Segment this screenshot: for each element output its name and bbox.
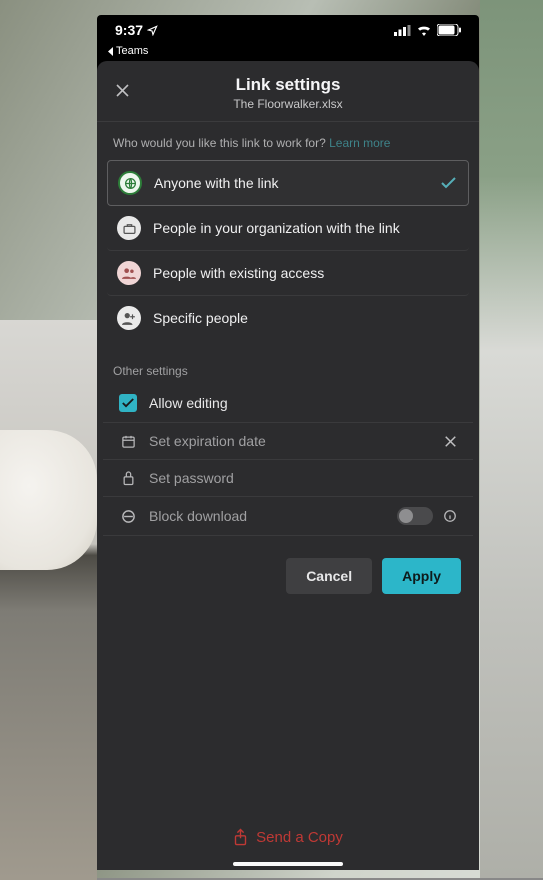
wifi-icon <box>416 24 432 36</box>
block-download-toggle[interactable] <box>397 507 433 525</box>
briefcase-icon <box>117 216 141 240</box>
checkmark-icon <box>438 177 458 189</box>
home-indicator[interactable] <box>233 862 343 866</box>
expiration-label: Set expiration date <box>149 433 432 449</box>
send-copy-button[interactable]: Send a Copy <box>97 828 479 846</box>
send-copy-label: Send a Copy <box>256 829 343 846</box>
link-settings-panel: Link settings The Floorwalker.xlsx Who w… <box>97 61 479 870</box>
option-existing-access[interactable]: People with existing access <box>107 251 469 296</box>
expiration-row[interactable]: Set expiration date <box>103 423 473 460</box>
back-to-app[interactable]: Teams <box>97 45 479 61</box>
bg-left <box>0 320 97 880</box>
apply-button[interactable]: Apply <box>382 558 461 594</box>
option-anyone[interactable]: Anyone with the link <box>107 160 469 206</box>
globe-icon <box>118 171 142 195</box>
dialog-actions: Cancel Apply <box>97 536 479 594</box>
panel-subtitle: The Floorwalker.xlsx <box>97 97 479 111</box>
expiration-clear[interactable] <box>444 435 457 448</box>
option-specific-people[interactable]: Specific people <box>107 296 469 340</box>
option-existing-label: People with existing access <box>153 264 459 283</box>
option-specific-label: Specific people <box>153 309 459 328</box>
panel-header: Link settings The Floorwalker.xlsx <box>97 61 479 122</box>
calendar-icon <box>119 434 137 449</box>
phone-frame: 9:37 Teams Link setting <box>97 15 479 870</box>
location-icon <box>147 25 158 36</box>
option-anyone-label: Anyone with the link <box>154 174 426 193</box>
password-label: Set password <box>149 470 457 486</box>
bg-right <box>480 0 543 878</box>
prompt-text: Who would you like this link to work for… <box>113 136 326 150</box>
allow-editing-checkbox[interactable] <box>119 394 137 412</box>
chevron-left-icon <box>107 47 114 56</box>
block-download-row: Block download <box>103 497 473 536</box>
learn-more-link[interactable]: Learn more <box>329 136 390 150</box>
option-organization[interactable]: People in your organization with the lin… <box>107 206 469 251</box>
share-icon <box>233 828 248 846</box>
cellular-icon <box>394 25 411 36</box>
allow-editing-label: Allow editing <box>149 395 457 411</box>
block-download-label: Block download <box>149 508 385 524</box>
panel-title: Link settings <box>97 75 479 95</box>
people-existing-icon <box>117 261 141 285</box>
close-button[interactable] <box>111 79 133 101</box>
cancel-button[interactable]: Cancel <box>286 558 372 594</box>
battery-icon <box>437 24 461 36</box>
other-settings-label: Other settings <box>97 348 479 384</box>
block-icon <box>119 509 137 524</box>
link-scope-options: Anyone with the link People in your orga… <box>97 160 479 348</box>
option-organization-label: People in your organization with the lin… <box>153 219 459 238</box>
lock-icon <box>119 470 137 486</box>
allow-editing-row[interactable]: Allow editing <box>103 384 473 423</box>
prompt-row: Who would you like this link to work for… <box>97 122 479 160</box>
back-app-label: Teams <box>116 45 148 57</box>
status-bar: 9:37 <box>97 15 479 45</box>
bg-cup <box>0 430 97 570</box>
status-time: 9:37 <box>115 22 143 38</box>
password-row[interactable]: Set password <box>103 460 473 497</box>
person-plus-icon <box>117 306 141 330</box>
info-icon[interactable] <box>443 509 457 523</box>
